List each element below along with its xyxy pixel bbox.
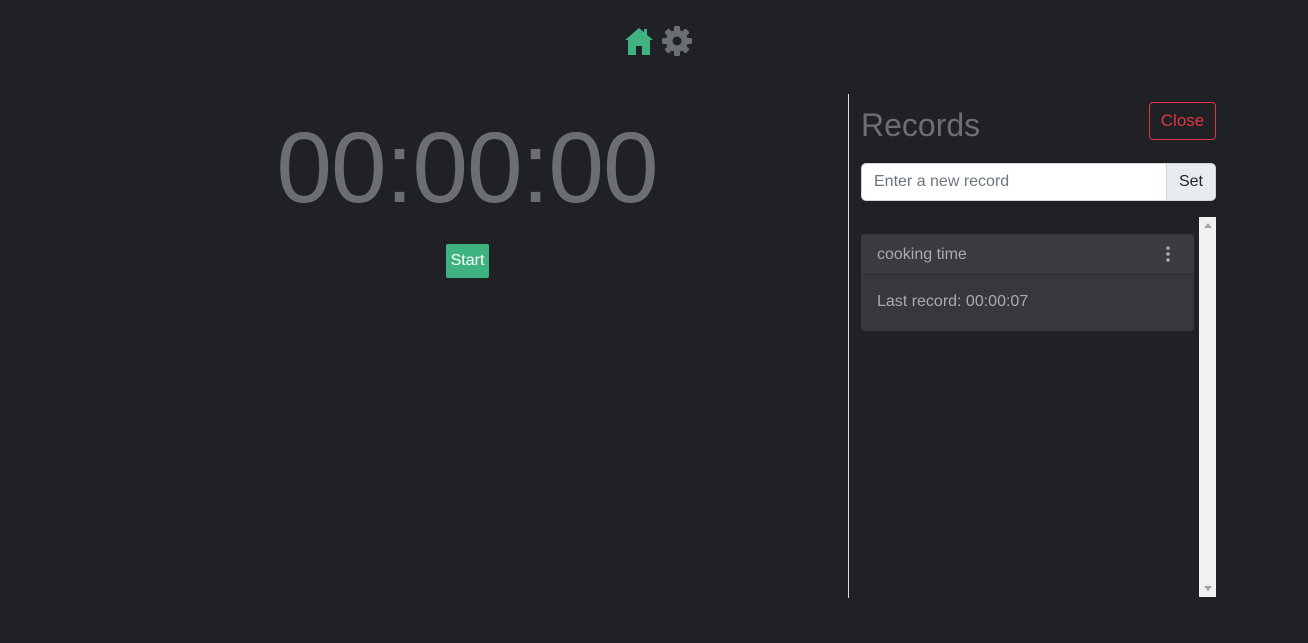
close-button[interactable]: Close — [1149, 102, 1216, 140]
records-list: cooking time Last record: 00:00:07 — [861, 217, 1216, 597]
records-scrollbar[interactable] — [1199, 217, 1216, 597]
kebab-menu-icon[interactable] — [1161, 244, 1175, 264]
records-title: Records — [861, 107, 981, 143]
new-record-input[interactable] — [861, 163, 1167, 201]
home-icon[interactable] — [622, 24, 656, 58]
top-nav — [622, 24, 694, 60]
record-name: cooking time — [877, 246, 967, 263]
panel-divider — [848, 94, 849, 598]
record-card-header: cooking time — [861, 234, 1194, 275]
timer-display: 00:00:00 — [276, 112, 658, 224]
gear-icon[interactable] — [660, 24, 694, 58]
record-card: cooking time Last record: 00:00:07 — [861, 234, 1194, 331]
last-record-text: Last record: 00:00:07 — [877, 293, 1029, 310]
scroll-up-arrow-icon[interactable] — [1204, 223, 1212, 228]
set-button[interactable]: Set — [1166, 163, 1216, 201]
scroll-down-arrow-icon[interactable] — [1204, 586, 1212, 591]
start-button[interactable]: Start — [446, 244, 489, 278]
